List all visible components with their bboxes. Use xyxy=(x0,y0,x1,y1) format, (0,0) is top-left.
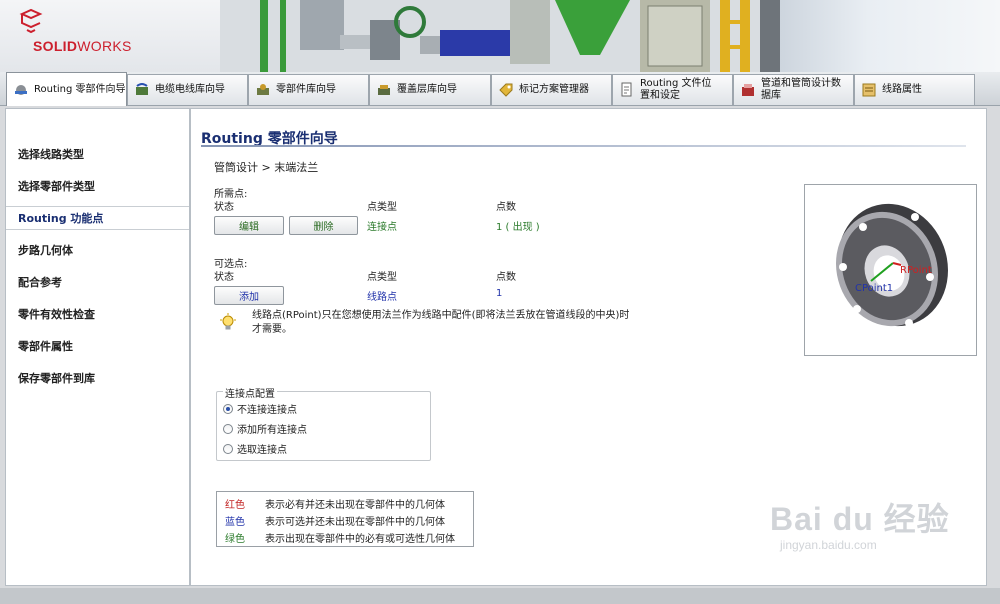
sidebar-item-label: 保存零部件到库 xyxy=(18,372,95,385)
radio-selected-icon xyxy=(223,403,233,414)
radio-label: 添加所有连接点 xyxy=(237,425,307,436)
flange-preview[interactable]: CPoint1 RPoint xyxy=(804,184,977,356)
sidebar-item-component-properties[interactable]: 零部件属性 xyxy=(6,334,189,358)
database-icon xyxy=(742,84,754,96)
radio-label: 不连接连接点 xyxy=(237,405,297,416)
tab-label: 电缆电线库向导 xyxy=(155,84,225,95)
tab-tag-manager[interactable]: 标记方案管理器 xyxy=(491,74,612,105)
tab-cable-library[interactable]: 电缆电线库向导 xyxy=(127,74,248,105)
legend-color: 蓝色 xyxy=(225,517,245,528)
tab-routing-wizard[interactable]: Routing 零部件向导 xyxy=(6,72,127,106)
lightbulb-icon xyxy=(220,313,236,330)
tab-covering-library[interactable]: 覆盖层库向导 xyxy=(369,74,491,105)
sidebar-item-route-geometry[interactable]: 步路几何体 xyxy=(6,238,189,262)
banner-gradient xyxy=(780,0,1000,72)
file-settings-icon xyxy=(621,82,632,97)
sidebar-item-mate-references[interactable]: 配合参考 xyxy=(6,270,189,294)
sidebar-item-label: 配合参考 xyxy=(18,276,62,289)
tab-label: 标记方案管理器 xyxy=(519,84,589,95)
required-col-type: 点类型 xyxy=(367,202,397,213)
optional-col-count: 点数 xyxy=(496,272,516,283)
tab-label: Routing 零部件向导 xyxy=(34,83,126,95)
brand-name: SOLIDWORKS xyxy=(33,38,132,54)
sidebar-item-validity-check[interactable]: 零件有效性检查 xyxy=(6,302,189,326)
tab-piping-database[interactable]: 管道和管筒设计数据库 xyxy=(733,74,854,105)
solidworks-logo-icon xyxy=(19,8,43,34)
required-point-type: 连接点 xyxy=(367,222,397,233)
breadcrumb: 管筒设计 > 末端法兰 xyxy=(214,161,319,174)
radio-select-points[interactable]: 选取连接点 xyxy=(223,441,287,456)
sidebar-item-label: 零件有效性检查 xyxy=(18,308,95,321)
wizard-tab-bar: Routing 零部件向导 电缆电线库向导 零部件库向导 覆盖层库向导 标记方案… xyxy=(0,72,1000,106)
sidebar-item-label: 选择线路类型 xyxy=(18,148,84,161)
tab-file-locations[interactable]: Routing 文件位置和设定 xyxy=(612,74,733,105)
delete-button[interactable]: 删除 xyxy=(289,216,358,235)
cpoint-label: CPoint1 xyxy=(855,283,893,294)
radio-no-connect[interactable]: 不连接连接点 xyxy=(223,401,297,416)
wizard-steps-sidebar: 选择线路类型 选择零部件类型 Routing 功能点 步路几何体 配合参考 零件… xyxy=(5,108,190,586)
tab-label: 线路属性 xyxy=(882,84,922,95)
required-col-count: 点数 xyxy=(496,202,516,213)
cable-icon xyxy=(136,83,148,95)
tab-label: 覆盖层库向导 xyxy=(397,84,457,95)
radio-unselected-icon xyxy=(223,423,233,434)
watermark: Bai du 经验 jingyan.baidu.com xyxy=(770,494,950,552)
rpoint-label: RPoint xyxy=(900,265,932,276)
sidebar-item-label: Routing 功能点 xyxy=(18,212,104,225)
tag-icon xyxy=(499,83,513,97)
edit-button[interactable]: 编辑 xyxy=(214,216,284,235)
radio-add-all[interactable]: 添加所有连接点 xyxy=(223,421,307,436)
required-point-count: 1 ( 出现 ) xyxy=(496,222,540,233)
color-legend: 红色 表示必有并还未出现在零部件中的几何体 蓝色 表示可选并还未出现在零部件中的几何… xyxy=(216,491,474,547)
sidebar-item-label: 步路几何体 xyxy=(18,244,73,257)
watermark-sub: jingyan.baidu.com xyxy=(780,538,877,552)
rpoint-hint-text: 线路点(RPoint)只在您想使用法兰作为线路中配件(即将法兰丢放在管道线段的中… xyxy=(252,310,630,335)
sidebar-item-label: 选择零部件类型 xyxy=(18,180,95,193)
legend-color: 红色 xyxy=(225,500,245,511)
optional-point-type: 线路点 xyxy=(367,292,397,303)
legend-row-blue: 蓝色 表示可选并还未出现在零部件中的几何体 xyxy=(225,513,445,528)
sidebar-item-route-type[interactable]: 选择线路类型 xyxy=(6,142,189,166)
sidebar-item-routing-points[interactable]: Routing 功能点 xyxy=(6,206,189,230)
tab-component-library[interactable]: 零部件库向导 xyxy=(248,74,369,105)
flange-model-icon: CPoint1 RPoint xyxy=(835,203,948,327)
connection-point-config-group: 连接点配置 不连接连接点 添加所有连接点 选取连接点 xyxy=(216,385,431,461)
sidebar-item-component-type[interactable]: 选择零部件类型 xyxy=(6,174,189,198)
radio-unselected-icon xyxy=(223,443,233,454)
tab-label: Routing 文件位置和设定 xyxy=(640,78,712,101)
optional-col-type: 点类型 xyxy=(367,272,397,283)
component-icon xyxy=(257,84,269,95)
watermark-main: Bai du 经验 xyxy=(770,501,950,537)
tab-label: 管道和管筒设计数据库 xyxy=(761,78,841,101)
legend-row-red: 红色 表示必有并还未出现在零部件中的几何体 xyxy=(225,496,445,511)
plant-illustration xyxy=(220,0,780,72)
optional-point-count: 1 xyxy=(496,288,503,299)
app-banner: SOLIDWORKS xyxy=(0,0,1000,72)
status-bar xyxy=(0,588,1000,604)
legend-text: 表示必有并还未出现在零部件中的几何体 xyxy=(265,500,445,511)
optional-col-status: 状态 xyxy=(214,272,234,283)
tab-route-properties[interactable]: 线路属性 xyxy=(854,74,975,105)
legend-color: 绿色 xyxy=(225,534,245,545)
config-group-title: 连接点配置 xyxy=(223,385,277,400)
required-col-status: 状态 xyxy=(214,202,234,213)
sidebar-item-label: 零部件属性 xyxy=(18,340,73,353)
legend-row-green: 绿色 表示出现在零部件中的必有或可选性几何体 xyxy=(225,530,455,545)
legend-text: 表示出现在零部件中的必有或可选性几何体 xyxy=(265,534,455,545)
title-divider xyxy=(201,145,966,147)
sidebar-item-save-to-library[interactable]: 保存零部件到库 xyxy=(6,366,189,390)
legend-text: 表示可选并还未出现在零部件中的几何体 xyxy=(265,517,445,528)
tab-label: 零部件库向导 xyxy=(276,84,336,95)
wizard-icon xyxy=(15,84,27,95)
radio-label: 选取连接点 xyxy=(237,445,287,456)
covering-icon xyxy=(378,85,390,95)
properties-icon xyxy=(862,83,876,97)
add-button[interactable]: 添加 xyxy=(214,286,284,305)
